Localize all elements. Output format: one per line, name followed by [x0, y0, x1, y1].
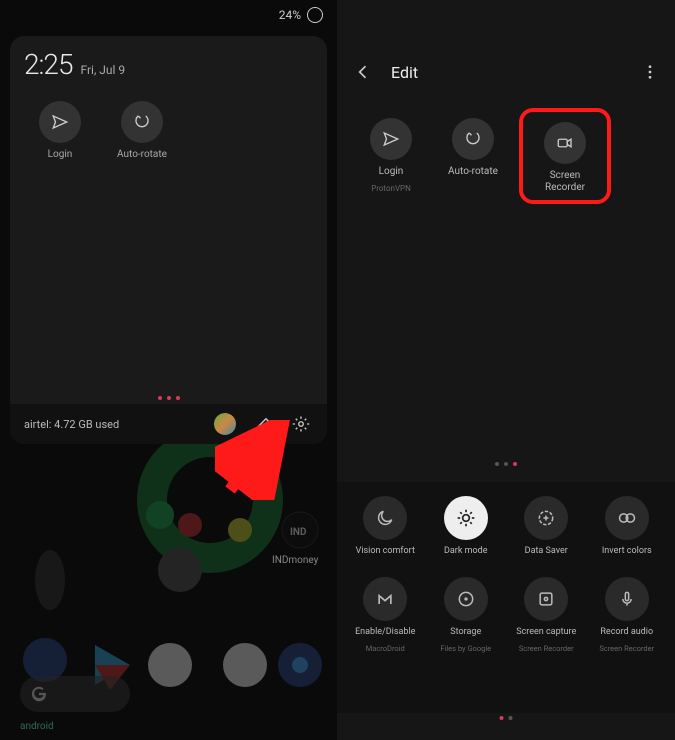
tile-data-saver[interactable]: Data Saver: [510, 496, 582, 557]
edit-button[interactable]: [251, 412, 275, 436]
app-label-indmoney: INDmoney: [272, 555, 318, 566]
page-indicator-top: [158, 396, 180, 400]
tile-label: Invert colors: [602, 546, 652, 557]
video-icon: [544, 122, 586, 164]
qs-label: Login: [48, 149, 73, 160]
qs-tile-autorotate[interactable]: Auto-rotate: [112, 101, 172, 160]
m-icon: [363, 577, 407, 621]
disc-icon: [444, 577, 488, 621]
status-bar: 24%: [0, 0, 337, 30]
page-title: Edit: [391, 63, 641, 82]
tile-invert-colors[interactable]: Invert colors: [591, 496, 663, 557]
data-usage-text[interactable]: airtel: 4.72 GB used: [24, 418, 199, 431]
page-indicator-bottom: [500, 716, 513, 720]
send-icon: [39, 101, 81, 143]
qs-tile-login[interactable]: Login: [30, 101, 90, 160]
tile-label: Enable/Disable: [355, 627, 415, 638]
sun-icon: [444, 496, 488, 540]
data-saver-icon: [524, 496, 568, 540]
tile-label: Data Saver: [525, 546, 568, 557]
tile-sublabel: Screen Recorder: [519, 644, 574, 653]
tile-sublabel: MacroDroid: [366, 644, 405, 653]
rotate-icon: [121, 101, 163, 143]
svg-text:IND: IND: [290, 527, 307, 538]
settings-button[interactable]: [289, 412, 313, 436]
battery-percent: 24%: [279, 8, 301, 22]
tile-record-audio[interactable]: Record audio Screen Recorder: [591, 577, 663, 653]
google-search-widget[interactable]: [20, 676, 130, 712]
edit-tile-screen-recorder[interactable]: Screen Recorder: [519, 108, 611, 204]
quick-settings-panel: 2:25 Fri, Jul 9 Login Auto-rotate: [10, 36, 327, 444]
edit-tile-autorotate[interactable]: Auto-rotate: [437, 118, 509, 204]
moon-icon: [363, 496, 407, 540]
tile-screen-capture[interactable]: Screen capture Screen Recorder: [510, 577, 582, 653]
back-button[interactable]: [353, 62, 373, 82]
user-avatar[interactable]: [213, 412, 237, 436]
overflow-menu[interactable]: [641, 63, 659, 81]
tile-label: Vision comfort: [356, 546, 415, 557]
edit-tile-login[interactable]: Login ProtonVPN: [355, 118, 427, 204]
mic-icon: [605, 577, 649, 621]
tile-label: Auto-rotate: [448, 166, 498, 178]
tile-label: Screen Recorder: [529, 170, 601, 194]
battery-icon: [307, 7, 323, 23]
tile-macrodroid[interactable]: Enable/Disable MacroDroid: [349, 577, 421, 653]
send-icon: [370, 118, 412, 160]
capture-icon: [524, 577, 568, 621]
qs-label: Auto-rotate: [117, 149, 167, 160]
tile-dark-mode[interactable]: Dark mode: [430, 496, 502, 557]
tile-label: Login: [379, 166, 404, 178]
tile-vision-comfort[interactable]: Vision comfort: [349, 496, 421, 557]
tile-label: Screen capture: [516, 627, 576, 638]
available-tiles-panel: Vision comfort Dark mode Data Saver Inve…: [337, 482, 675, 713]
tile-sublabel: Files by Google: [440, 644, 491, 653]
rotate-icon: [452, 118, 494, 160]
tile-sublabel: Screen Recorder: [599, 644, 654, 653]
tile-label: Dark mode: [444, 546, 488, 557]
tile-storage[interactable]: Storage Files by Google: [430, 577, 502, 653]
clock-date: Fri, Jul 9: [80, 63, 125, 77]
tile-sublabel: ProtonVPN: [371, 184, 411, 193]
invert-icon: [605, 496, 649, 540]
tile-label: Storage: [450, 627, 481, 638]
page-indicator-mid: [495, 462, 517, 466]
tile-label: Record audio: [600, 627, 653, 638]
panel-footer: airtel: 4.72 GB used: [10, 404, 327, 444]
watermark-text: android: [20, 721, 54, 732]
clock-time[interactable]: 2:25: [24, 48, 72, 81]
